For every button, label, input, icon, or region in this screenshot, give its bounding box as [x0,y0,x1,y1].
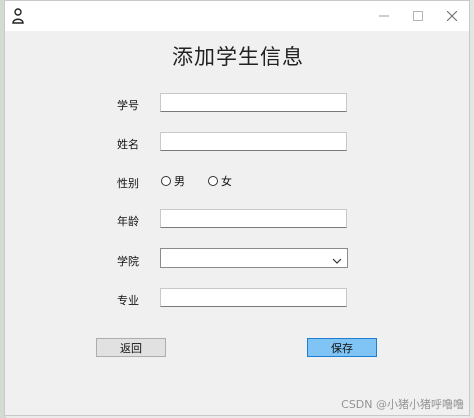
chevron-down-icon [331,252,343,264]
minimize-button[interactable] [367,1,401,31]
close-button[interactable] [435,1,469,31]
form-title: 添加学生信息 [172,45,304,69]
name-field[interactable] [160,132,347,151]
major-field[interactable] [160,288,347,307]
age-field[interactable] [160,209,347,228]
radio-circle-icon [161,176,171,186]
gender-option-label: 男 [174,175,185,188]
maximize-button[interactable] [401,1,435,31]
close-icon [447,11,457,21]
maximize-icon [413,11,423,21]
gender-option-label: 女 [221,175,232,188]
name-label: 姓名 [117,138,139,151]
student-id-label: 学号 [117,99,139,112]
college-select[interactable] [160,248,348,268]
radio-circle-icon [208,176,218,186]
student-id-field[interactable] [160,93,347,112]
age-label: 年龄 [117,215,139,228]
major-label: 专业 [117,294,139,307]
add-student-window: 添加学生信息 学号 姓名 性别 男 女 年龄 学院 专业 返回 保存 [4,0,470,416]
watermark: CSDN @小猪小猪呼噜噜 [341,398,464,411]
minimize-icon [379,15,389,17]
save-button[interactable]: 保存 [307,338,377,357]
college-label: 学院 [117,255,139,268]
gender-label: 性别 [117,177,139,190]
back-button-label: 返回 [120,341,142,355]
gender-radio-male[interactable]: 男 [161,173,185,189]
app-user-icon [11,7,25,25]
title-bar [5,1,469,31]
gender-radio-female[interactable]: 女 [208,173,232,189]
back-button[interactable]: 返回 [96,338,166,357]
save-button-label: 保存 [331,341,353,355]
